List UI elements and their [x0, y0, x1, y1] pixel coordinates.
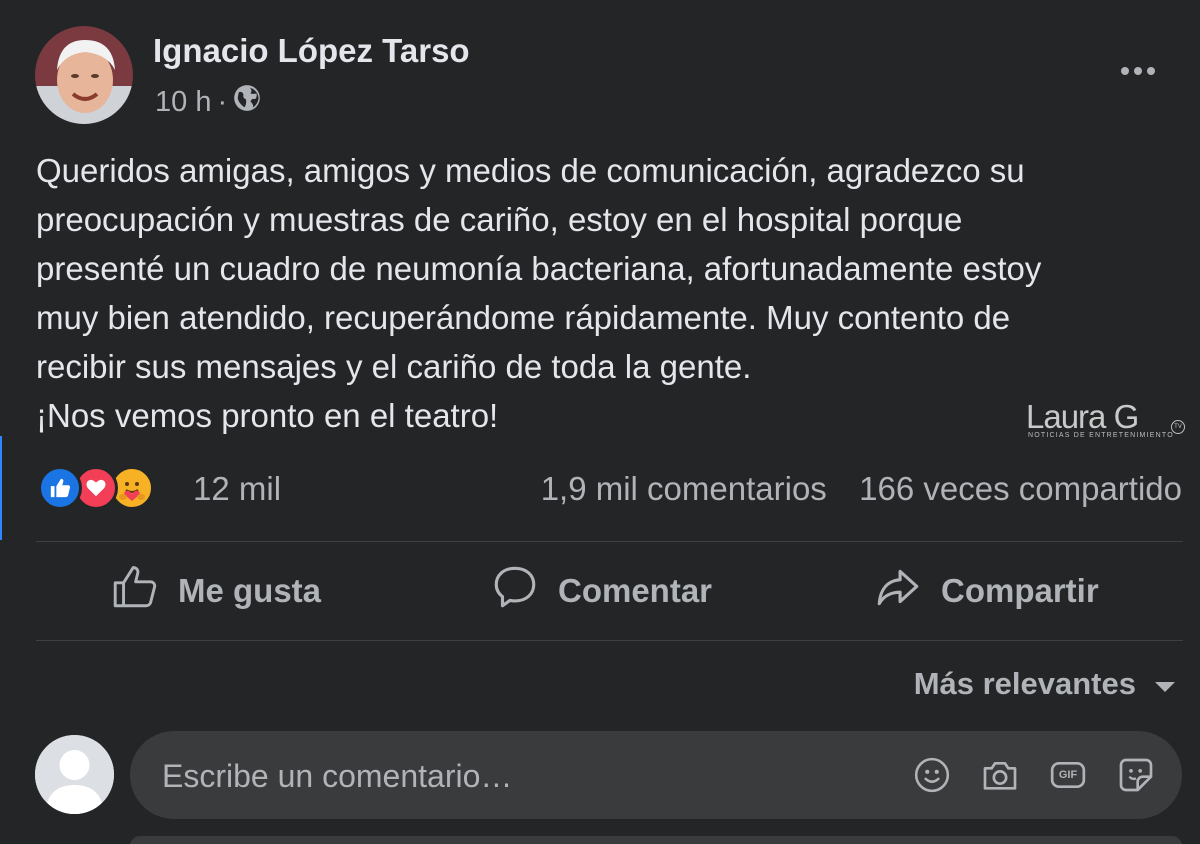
divider [36, 541, 1183, 542]
globe-icon[interactable] [233, 84, 261, 120]
post-meta: 10 h · [155, 84, 261, 120]
share-button-label: Compartir [941, 572, 1099, 609]
emoji-icon[interactable] [912, 755, 952, 795]
more-dot [1121, 67, 1129, 75]
next-comment-preview [130, 836, 1182, 844]
reaction-count[interactable]: 12 mil [193, 470, 281, 508]
like-button-label: Me gusta [178, 572, 322, 609]
more-dot [1134, 67, 1142, 75]
comment-input[interactable] [160, 755, 904, 797]
more-options-button[interactable] [1112, 58, 1164, 84]
comment-button[interactable]: Comentar [490, 562, 712, 620]
watermark-logo-text: Laura G [1026, 398, 1139, 435]
author-avatar[interactable] [35, 26, 133, 124]
focus-edge [0, 436, 2, 540]
post-time[interactable]: 10 h [155, 86, 211, 119]
thumbs-up-icon [110, 562, 160, 620]
more-dot [1147, 67, 1155, 75]
gif-icon-label: GIF [1058, 769, 1078, 781]
like-button[interactable]: Me gusta [110, 562, 321, 620]
commenter-avatar [35, 735, 114, 814]
post-line: presenté un cuadro de neumonía bacterian… [36, 250, 1042, 287]
post-line: Queridos amigas, amigos y medios de comu… [36, 152, 1025, 189]
speech-bubble-icon [490, 562, 540, 620]
comments-count-link[interactable]: 1,9 mil comentarios [541, 470, 827, 507]
post-line: muy bien atendido, recuperándome rápidam… [36, 299, 1011, 336]
like-reaction-icon [38, 466, 82, 510]
post-body: Queridos amigas, amigos y medios de comu… [36, 146, 1041, 440]
watermark-logo: Laura G TV NOTICIAS DE ENTRETENIMIENTO [1026, 398, 1186, 444]
watermark-tagline: NOTICIAS DE ENTRETENIMIENTO [1028, 432, 1174, 439]
share-arrow-icon [873, 562, 923, 620]
meta-separator: · [217, 85, 228, 118]
post-line: recibir sus mensajes y el cariño de toda… [36, 348, 752, 385]
shares-count-link[interactable]: 166 veces compartido [859, 470, 1182, 507]
post-line: preocupación y muestras de cariño, estoy… [36, 201, 963, 238]
divider [36, 640, 1183, 641]
caret-down-icon [1154, 666, 1176, 702]
comment-sort-dropdown[interactable]: Más relevantes [914, 666, 1176, 702]
comment-button-label: Comentar [558, 572, 713, 609]
gif-icon[interactable]: GIF [1048, 755, 1088, 795]
post-stats: 1,9 mil comentarios 166 veces compartido [541, 470, 1182, 508]
comment-sort-label: Más relevantes [913, 666, 1136, 701]
sticker-icon[interactable] [1116, 755, 1156, 795]
facebook-post: Ignacio López Tarso 10 h · Queridos amig… [0, 0, 1200, 844]
comment-composer: GIF [130, 731, 1182, 819]
reaction-icons[interactable] [38, 465, 154, 511]
share-button[interactable]: Compartir [873, 562, 1099, 620]
post-line: ¡Nos vemos pronto en el teatro! [36, 397, 499, 434]
camera-icon[interactable] [980, 755, 1020, 795]
author-name[interactable]: Ignacio López Tarso [153, 32, 470, 70]
